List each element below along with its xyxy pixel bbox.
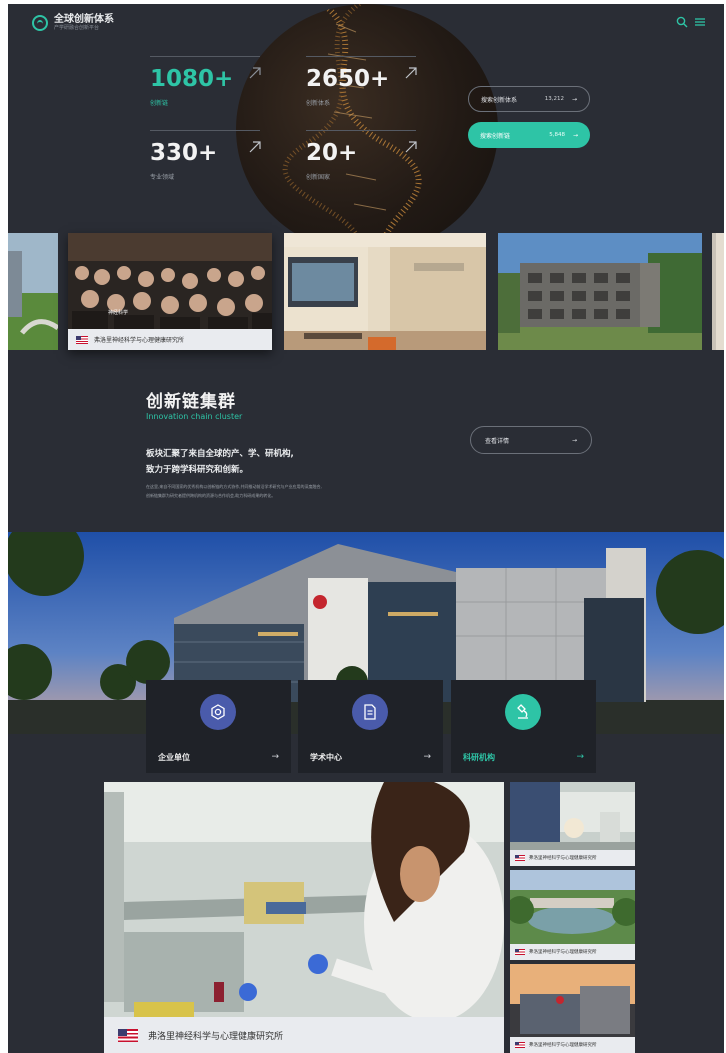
- stat-label: 创新国家: [306, 174, 331, 181]
- side-caption: 弗洛里神经科学与心理健康研究所: [510, 1037, 635, 1053]
- carousel-card[interactable]: [284, 233, 486, 350]
- microscope-icon: [505, 694, 541, 730]
- featured-caption: 弗洛里神经科学与心理健康研究所: [104, 1017, 504, 1053]
- us-flag-icon: [118, 1028, 138, 1042]
- stat-label: 创新体系: [306, 100, 331, 107]
- arrow-right-icon: →: [571, 95, 577, 103]
- view-details-button[interactable]: 查看详情 →: [470, 426, 592, 454]
- category-label: 学术中心: [310, 753, 342, 762]
- caption-text: 弗洛里神经科学与心理健康研究所: [94, 337, 185, 344]
- arrow-right-icon: →: [576, 752, 584, 762]
- side-list-item[interactable]: 弗洛里神经科学与心理健康研究所: [510, 782, 635, 866]
- side-list-item[interactable]: 弗洛里神经科学与心理健康研究所: [510, 870, 635, 960]
- carousel-card[interactable]: [498, 233, 702, 350]
- caption-text: 弗洛里神经科学与心理健康研究所: [529, 950, 597, 955]
- stat-value: 2650+: [306, 66, 390, 92]
- stat-label: 创新链: [150, 100, 169, 107]
- us-flag-icon: [515, 949, 525, 955]
- side-caption: 弗洛里神经科学与心理健康研究所: [510, 944, 635, 960]
- logo-subtitle: 产学研融合创新平台: [54, 25, 100, 31]
- caption-text: 弗洛里神经科学与心理健康研究所: [529, 1043, 597, 1048]
- section-description: 板块汇聚了来自全球的产、学、研机构, 致力于跨学科研究和创新。: [146, 446, 366, 478]
- side-list-item[interactable]: 弗洛里神经科学与心理健康研究所: [510, 964, 635, 1053]
- search-icon[interactable]: [676, 16, 688, 28]
- stat-value: 330+: [150, 140, 218, 166]
- dna-hero-image: [236, 4, 498, 254]
- caption-text: 弗洛里神经科学与心理健康研究所: [529, 856, 597, 861]
- section-small-text: 在这里,来自不同国家的优秀机构以创新链的方式协作,共同推动前沿学术研究与产业应用…: [146, 482, 406, 500]
- small-text-line: 在这里,来自不同国家的优秀机构以创新链的方式协作,共同推动前沿学术研究与产业应用…: [146, 484, 322, 489]
- arrow-right-icon: →: [571, 436, 577, 444]
- category-enterprise[interactable]: 企业单位 →: [146, 680, 291, 773]
- arrow-right-icon: →: [572, 131, 578, 139]
- arrow-up-right-icon: [405, 141, 417, 153]
- us-flag-icon: [515, 1042, 525, 1048]
- us-flag-icon: [515, 855, 525, 861]
- side-caption: 弗洛里神经科学与心理健康研究所: [510, 850, 635, 866]
- card-tag: 神经科学: [108, 310, 129, 316]
- logo-icon: [32, 15, 48, 31]
- us-flag-icon: [76, 335, 88, 344]
- button-count: 5,848: [549, 132, 565, 138]
- search-chain-button[interactable]: 搜索创新链 5,848 →: [468, 122, 590, 148]
- category-label: 企业单位: [158, 753, 190, 762]
- button-label: 搜索创新链: [480, 132, 511, 140]
- site-logo[interactable]: 全球创新体系 产学研融合创新平台: [32, 14, 114, 32]
- page: 全球创新体系 产学研融合创新平台 1080+ 创新链 2650+ 创新体系 33…: [8, 4, 724, 1053]
- caption-text: 弗洛里神经科学与心理健康研究所: [148, 1031, 284, 1042]
- carousel-card-active[interactable]: 神经科学 弗洛里神经科学与心理健康研究所: [68, 233, 272, 350]
- button-count: 13,212: [544, 96, 564, 102]
- section-title: 创新链集群: [146, 392, 236, 412]
- search-system-button[interactable]: 搜索创新体系 13,212 →: [468, 86, 590, 112]
- button-label: 查看详情: [485, 437, 510, 445]
- featured-institute-card[interactable]: 弗洛里神经科学与心理健康研究所: [104, 782, 504, 1053]
- enterprise-icon: [200, 694, 236, 730]
- category-label: 科研机构: [463, 753, 495, 762]
- carousel-card[interactable]: [712, 233, 724, 350]
- stat-label: 专业领域: [150, 174, 175, 181]
- arrow-up-right-icon: [249, 141, 261, 153]
- arrow-up-right-icon: [249, 67, 261, 79]
- category-research[interactable]: 科研机构 →: [451, 680, 596, 773]
- description-line: 致力于跨学科研究和创新。: [146, 465, 249, 475]
- small-text-line: 创新链集群为研究者提供跨机构的资源与合作机会,助力科研成果的转化。: [146, 493, 276, 498]
- stat-value: 20+: [306, 140, 358, 166]
- document-icon: [352, 694, 388, 730]
- section-subtitle: Innovation chain cluster: [146, 412, 243, 421]
- arrow-right-icon: →: [271, 752, 279, 762]
- button-label: 搜索创新体系: [481, 96, 518, 104]
- stat-value: 1080+: [150, 66, 234, 92]
- arrow-right-icon: →: [423, 752, 431, 762]
- logo-title: 全球创新体系: [54, 14, 114, 25]
- category-academic[interactable]: 学术中心 →: [298, 680, 443, 773]
- arrow-up-right-icon: [405, 67, 417, 79]
- menu-icon[interactable]: [694, 16, 706, 28]
- carousel-card[interactable]: [8, 233, 58, 350]
- description-line: 板块汇聚了来自全球的产、学、研机构,: [146, 449, 294, 459]
- card-caption: 弗洛里神经科学与心理健康研究所: [68, 329, 272, 350]
